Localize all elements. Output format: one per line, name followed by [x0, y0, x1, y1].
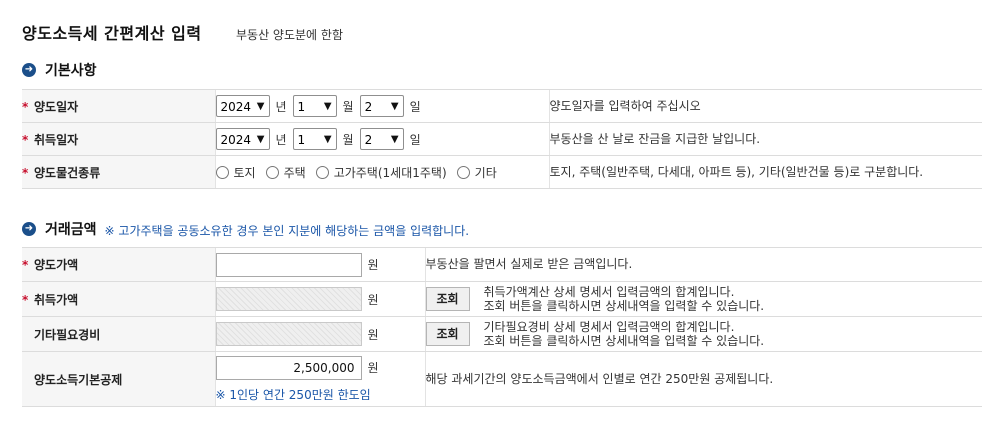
won-unit: 원 [367, 258, 379, 272]
section-amount-header: ➜ 거래금액 ※ 고가주택을 공동소유한 경우 본인 지분에 해당하는 금액을 … [22, 218, 469, 239]
transfer-day-value: 2 [364, 100, 373, 114]
radio-circle [456, 165, 470, 179]
won-unit: 원 [367, 292, 379, 307]
chevron-down-icon: ▼ [390, 134, 399, 145]
sale-price-input[interactable] [215, 252, 362, 277]
acquire-month-value: 1 [297, 133, 306, 147]
basic-deduction-label: 양도소득기본공제 [34, 372, 123, 387]
radio-land-label: 토지 [233, 165, 256, 180]
radio-circle [265, 165, 279, 179]
transfer-year-value: 2024 [220, 100, 252, 114]
won-unit: 원 [367, 327, 379, 342]
acquire-date-label: 취득일자 [34, 132, 79, 147]
year-unit: 년 [275, 99, 287, 114]
row-acq-price: * 취득가액 원 조회 취득가액계산 상세 명세서 입력금액의 합계입니다. 조회 버… [22, 281, 982, 317]
radio-luxury-house-label: 고가주택(1세대1주택) [333, 165, 447, 180]
required-mark: * [22, 132, 29, 147]
radio-land[interactable]: 토지 [215, 164, 256, 181]
acquire-month-select[interactable]: 1 ▼ [292, 128, 337, 150]
acquire-day-select[interactable]: 2 ▼ [359, 128, 404, 150]
row-acquire-date: * 취득일자 2024 ▼ 년 1 ▼ 월 2 ▼ 일 부동산을 산 날로 잔금을 지급한 날입니… [22, 122, 982, 156]
chevron-down-icon: ▼ [256, 101, 265, 112]
acquire-year-select[interactable]: 2024 ▼ [215, 128, 270, 150]
basic-deduction-desc: 해당 과세기간의 양도소득금액에서 인별로 연간 250만원 공제됩니다. [424, 351, 982, 407]
required-mark: * [22, 292, 29, 307]
section-amount-title: 거래금액 [45, 221, 97, 238]
transfer-year-select[interactable]: 2024 ▼ [215, 95, 270, 117]
other-exp-label: 기타필요경비 [34, 327, 101, 342]
section-basic-header: ➜ 기본사항 [22, 60, 97, 80]
circle-arrow-right-icon: ➜ [22, 63, 36, 77]
row-property-type: * 양도물건종류 토지 주택 고가주택(1세대1주택) 기타 토지, 주택(일반주택, … [22, 155, 982, 189]
other-exp-desc-line2: 조회 버튼을 클릭하시면 상세내역을 입력할 수 있습니다. [483, 334, 765, 348]
radio-circle [315, 165, 329, 179]
row-other-expense: 기타필요경비 원 조회 기타필요경비 상세 명세서 입력금액의 합계입니다. 조회 … [22, 316, 982, 352]
other-exp-input [215, 322, 362, 346]
sale-price-label: 양도가액 [34, 258, 79, 272]
chevron-down-icon: ▼ [256, 134, 265, 145]
property-type-label: 양도물건종류 [34, 165, 101, 180]
other-exp-desc-line1: 기타필요경비 상세 명세서 입력금액의 합계입니다. [483, 320, 735, 334]
radio-other[interactable]: 기타 [456, 164, 497, 181]
month-unit: 월 [342, 99, 354, 114]
radio-house-label: 주택 [283, 165, 306, 180]
acq-price-label: 취득가액 [34, 292, 79, 307]
transfer-date-desc: 양도일자를 입력하여 주십시오 [548, 89, 982, 123]
month-unit: 월 [342, 132, 354, 147]
circle-arrow-right-icon: ➜ [22, 221, 36, 236]
property-type-desc: 토지, 주택(일반주택, 다세대, 아파트 등), 기타(일반건물 등)로 구분… [548, 155, 982, 189]
day-unit: 일 [409, 132, 421, 147]
transfer-date-label: 양도일자 [34, 99, 79, 114]
page-subtitle: 부동산 양도분에 한함 [236, 28, 343, 42]
transfer-month-select[interactable]: 1 ▼ [292, 95, 337, 117]
radio-circle [215, 165, 229, 179]
radio-house[interactable]: 주택 [265, 164, 306, 181]
section-amount-note: ※ 고가주택을 공동소유한 경우 본인 지분에 해당하는 금액을 입력합니다. [104, 224, 470, 238]
required-mark: * [22, 258, 29, 272]
acq-price-desc-line2: 조회 버튼을 클릭하시면 상세내역을 입력할 수 있습니다. [483, 299, 765, 313]
acquire-year-value: 2024 [220, 133, 252, 147]
row-sale-price: * 양도가액 원 부동산을 팔면서 실제로 받은 금액입니다. [22, 247, 982, 282]
radio-luxury-house[interactable]: 고가주택(1세대1주택) [315, 164, 447, 181]
other-exp-lookup-button[interactable]: 조회 [425, 322, 470, 346]
transfer-month-value: 1 [297, 100, 306, 114]
amount-table: * 양도가액 원 부동산을 팔면서 실제로 받은 금액입니다. * 취득가액 원 조… [22, 247, 982, 407]
basic-info-table: * 양도일자 2024 ▼ 년 1 ▼ 월 2 ▼ 일 양도일자를 입력하여 주십시오 * 취득일자… [22, 89, 982, 189]
acq-price-lookup-button[interactable]: 조회 [425, 287, 470, 311]
chevron-down-icon: ▼ [323, 101, 332, 112]
row-basic-deduction: 양도소득기본공제 2,500,000 원 ※ 1인당 연간 250만원 한도임 해… [22, 351, 982, 407]
acquire-date-desc: 부동산을 산 날로 잔금을 지급한 날입니다. [548, 122, 982, 156]
acq-price-desc-line1: 취득가액계산 상세 명세서 입력금액의 합계입니다. [483, 285, 735, 299]
day-unit: 일 [409, 99, 421, 114]
chevron-down-icon: ▼ [390, 101, 399, 112]
radio-other-label: 기타 [474, 165, 497, 180]
required-mark: * [22, 165, 29, 180]
required-mark: * [22, 99, 29, 114]
won-unit: 원 [367, 361, 379, 375]
row-transfer-date: * 양도일자 2024 ▼ 년 1 ▼ 월 2 ▼ 일 양도일자를 입력하여 주십시오 [22, 89, 982, 123]
section-basic-title: 기본사항 [45, 63, 97, 79]
sale-price-desc: 부동산을 팔면서 실제로 받은 금액입니다. [424, 247, 982, 282]
acq-price-input [215, 287, 362, 311]
chevron-down-icon: ▼ [323, 134, 332, 145]
page-title: 양도소득세 간편계산 입력 [22, 24, 202, 43]
basic-deduction-input[interactable]: 2,500,000 [215, 355, 362, 380]
year-unit: 년 [275, 132, 287, 147]
basic-deduction-note: ※ 1인당 연간 250만원 한도임 [215, 387, 371, 402]
transfer-day-select[interactable]: 2 ▼ [359, 95, 404, 117]
acquire-day-value: 2 [364, 133, 373, 147]
